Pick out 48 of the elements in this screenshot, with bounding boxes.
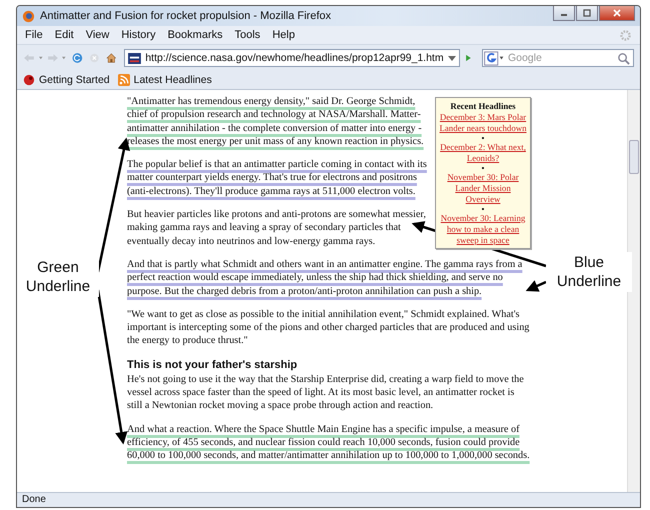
headline-link[interactable]: November 30: Learning how to make a clean sweep in space [438, 213, 528, 246]
search-field[interactable]: Google [482, 49, 634, 67]
minimize-button[interactable] [553, 6, 575, 21]
headline-link[interactable]: November 30: Polar Lander Mission Overview [438, 172, 528, 205]
headlines-title: Recent Headlines [449, 101, 517, 112]
window-title: Antimatter and Fusion for rocket propulsion - Mozilla Firefox [40, 10, 332, 22]
article-paragraph: "Antimatter has tremendous energy density," said Dr. George Schmidt, chief of propulsion research and technology at NASA/Marshall. Matter-antimatter annihilation - the complete conversion of matter into energy - releases the most energy per unit mass of any known reaction in physics. [127, 95, 425, 148]
menu-item[interactable]: Bookmarks [168, 29, 223, 41]
menu-item[interactable]: View [86, 29, 110, 41]
article-paragraph: The popular belief is that an antimatter particle coming in contact with its matter counterpart yields energy. That's true for electrons and positrons (anti-electrons). They'll produce gamma rays at 511,000 electron volts. [127, 158, 428, 198]
address-field[interactable]: http://science.nasa.gov/newhome/headlines/prop12apr99_1.htm [124, 49, 460, 67]
search-icon[interactable] [616, 52, 630, 64]
menu-item[interactable]: History [121, 29, 156, 41]
annotation-label: Blue Underline [546, 252, 632, 292]
headline-link[interactable]: December 3: Mars Polar Lander nears touchdown [438, 112, 528, 134]
bookmark-link[interactable]: Getting Started [39, 74, 110, 86]
menu-item[interactable]: File [25, 29, 43, 41]
separator-bullet: • [480, 134, 486, 142]
scrollbar-thumb[interactable] [629, 140, 639, 174]
article-paragraph: But heavier particles like protons and anti-protons are somewhat messier, making gamma rays and leaving a spray of secondary particles that eventually decay into neutrinos and low-energy gamma rays. [127, 208, 427, 248]
article-paragraph: And that is partly what Schmidt and others want in an antimatter engine. The gamma rays from a perfect reaction would escape immediately, unless the ship had thick shielding, and serve no purpose. But the charged debris from a proton/anti-proton annihilation can push a ship. [127, 258, 524, 298]
maximize-icon [582, 9, 592, 17]
caret-icon[interactable] [38, 56, 43, 60]
dropdown-icon[interactable] [448, 56, 456, 60]
section-heading: This is not your father's starship [127, 358, 298, 373]
search-engine-icon[interactable] [482, 50, 505, 66]
menu-item[interactable]: Edit [54, 29, 74, 41]
site-icon [128, 52, 142, 64]
caret-icon[interactable] [62, 56, 66, 60]
bookmark-icon [23, 74, 35, 86]
article-paragraph: "We want to get as close as possible to the initial annihilation event," Schmidt explained. What's important is intercepting some of the pions and other charged particles that are produced and using the energy to produce thrust." [127, 308, 530, 348]
article-paragraph: He's not going to use it the way that the Starship Enterprise did, creating a warp field to move the vessel across space faster than the speed of light. At its most basic level, an antimatter rocket is still a Newtonian rocket moving a space probe through action and reaction. [127, 372, 525, 413]
maximize-button[interactable] [576, 6, 598, 21]
rss-feed-icon [118, 74, 130, 86]
status-text: Done [17, 492, 640, 507]
article-paragraph: And what a reaction. Where the Space Shuttle Main Engine has a specific impulse, a measure of efficiency, of 455 seconds, and nuclear fission could reach 10,000 seconds, fusion could provide 60,000 to 100,000 seconds, and matter/antimatter annihilation up to 100,000 to 1,000,000 seconds. [127, 422, 531, 463]
activity-indicator-icon [619, 28, 632, 42]
menu-item[interactable]: Help [272, 29, 295, 41]
close-icon [612, 9, 622, 17]
browser-logo-icon [22, 10, 35, 22]
annotation-arrow [526, 280, 546, 292]
headline-link[interactable]: December 2: What next, Leonids? [438, 142, 528, 164]
scrollbar[interactable] [627, 90, 640, 492]
close-button[interactable] [599, 6, 635, 21]
bookmark-link[interactable]: Latest Headlines [134, 74, 212, 86]
separator-bullet: • [480, 164, 486, 172]
menu-item[interactable]: Tools [234, 29, 260, 41]
separator-bullet: • [480, 205, 486, 213]
